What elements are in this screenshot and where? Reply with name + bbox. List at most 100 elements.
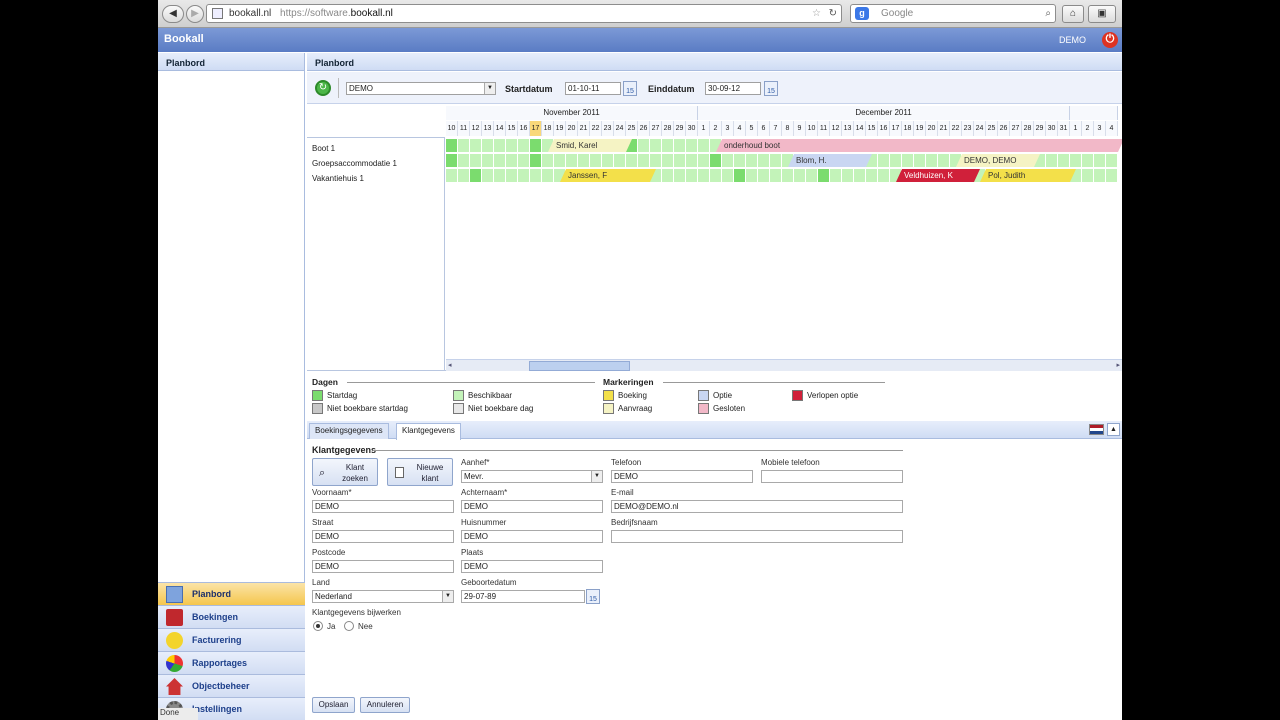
- object-row-label[interactable]: Groepsaccommodatie 1: [307, 155, 444, 170]
- new-customer-button[interactable]: Nieuwe klant: [387, 458, 453, 486]
- day-cell[interactable]: [926, 154, 937, 167]
- module-objectbeheer[interactable]: Objectbeheer: [158, 674, 305, 697]
- day-cell[interactable]: [1082, 169, 1093, 182]
- straat-input[interactable]: DEMO: [312, 530, 454, 543]
- save-button[interactable]: Opslaan: [312, 697, 355, 713]
- radio-nee[interactable]: [344, 621, 354, 631]
- refresh-icon[interactable]: ↻: [315, 80, 331, 96]
- day-cell[interactable]: [650, 139, 661, 152]
- day-cell[interactable]: [482, 169, 493, 182]
- day-cell[interactable]: [614, 154, 625, 167]
- plaats-input[interactable]: DEMO: [461, 560, 603, 573]
- bedrijf-input[interactable]: [611, 530, 903, 543]
- day-cell[interactable]: [674, 139, 685, 152]
- booking-bar[interactable]: Blom, H.: [788, 154, 872, 167]
- day-cell[interactable]: [1058, 154, 1069, 167]
- day-cell[interactable]: [1082, 154, 1093, 167]
- day-cell[interactable]: [854, 169, 865, 182]
- radio-ja[interactable]: [313, 621, 323, 631]
- day-cell[interactable]: [698, 169, 709, 182]
- land-select[interactable]: Nederland ▼: [312, 590, 454, 603]
- day-cell[interactable]: [446, 169, 457, 182]
- day-cell[interactable]: [938, 154, 949, 167]
- day-cell[interactable]: [746, 169, 757, 182]
- day-cell[interactable]: [530, 139, 541, 152]
- day-cell[interactable]: [1106, 169, 1117, 182]
- day-cell[interactable]: [734, 154, 745, 167]
- collapse-icon[interactable]: ▲: [1107, 423, 1120, 436]
- day-cell[interactable]: [806, 169, 817, 182]
- day-cell[interactable]: [818, 169, 829, 182]
- back-button[interactable]: ◀: [162, 5, 184, 23]
- day-cell[interactable]: [542, 169, 553, 182]
- tab-boekingsgegevens[interactable]: Boekingsgegevens: [309, 423, 389, 439]
- geboorte-calendar-icon[interactable]: 15: [586, 589, 600, 604]
- day-cell[interactable]: [446, 139, 457, 152]
- day-cell[interactable]: [590, 154, 601, 167]
- horizontal-scrollbar[interactable]: ◂ ▸: [446, 359, 1122, 371]
- day-cell[interactable]: [446, 154, 457, 167]
- day-cell[interactable]: [710, 169, 721, 182]
- booking-bar[interactable]: Veldhuizen, K: [896, 169, 980, 182]
- search-icon[interactable]: ⌕: [1045, 5, 1051, 22]
- day-cell[interactable]: [758, 169, 769, 182]
- home-icon[interactable]: ⌂: [1062, 5, 1084, 23]
- day-cell[interactable]: [686, 154, 697, 167]
- day-cell[interactable]: [518, 139, 529, 152]
- day-cell[interactable]: [686, 139, 697, 152]
- object-row-label[interactable]: Vakantiehuis 1: [307, 170, 444, 185]
- day-cell[interactable]: [506, 139, 517, 152]
- day-cell[interactable]: [902, 154, 913, 167]
- day-cell[interactable]: [890, 154, 901, 167]
- day-cell[interactable]: [878, 169, 889, 182]
- day-cell[interactable]: [470, 169, 481, 182]
- object-row-label[interactable]: Boot 1: [307, 140, 444, 155]
- day-cell[interactable]: [458, 154, 469, 167]
- day-cell[interactable]: [506, 154, 517, 167]
- day-cell[interactable]: [1106, 154, 1117, 167]
- day-cell[interactable]: [782, 169, 793, 182]
- day-cell[interactable]: [698, 154, 709, 167]
- tab-klantgegevens[interactable]: Klantgegevens: [396, 423, 461, 440]
- scroll-right-icon[interactable]: ▸: [1116, 361, 1120, 369]
- day-cell[interactable]: [662, 169, 673, 182]
- day-cell[interactable]: [698, 139, 709, 152]
- booking-bar[interactable]: Smid, Karel: [548, 139, 632, 152]
- day-cell[interactable]: [686, 169, 697, 182]
- star-icon[interactable]: ☆: [812, 5, 821, 22]
- telefoon-input[interactable]: DEMO: [611, 470, 753, 483]
- day-cell[interactable]: [830, 169, 841, 182]
- day-cell[interactable]: [554, 154, 565, 167]
- day-cell[interactable]: [758, 154, 769, 167]
- cancel-button[interactable]: Annuleren: [360, 697, 410, 713]
- day-cell[interactable]: [482, 154, 493, 167]
- start-date-input[interactable]: 01-10-11: [565, 82, 621, 95]
- day-cell[interactable]: [494, 154, 505, 167]
- day-cell[interactable]: [542, 154, 553, 167]
- module-rapportages[interactable]: Rapportages: [158, 651, 305, 674]
- module-boekingen[interactable]: Boekingen: [158, 605, 305, 628]
- day-cell[interactable]: [662, 139, 673, 152]
- day-cell[interactable]: [458, 169, 469, 182]
- end-calendar-icon[interactable]: 15: [764, 81, 778, 96]
- geboorte-input[interactable]: 29-07-89: [461, 590, 585, 603]
- day-cell[interactable]: [530, 154, 541, 167]
- module-facturering[interactable]: Facturering: [158, 628, 305, 651]
- day-cell[interactable]: [878, 154, 889, 167]
- object-select[interactable]: DEMO ▼: [346, 82, 496, 95]
- huisnummer-input[interactable]: DEMO: [461, 530, 603, 543]
- booking-bar[interactable]: DEMO, DEMO: [956, 154, 1040, 167]
- booking-bar[interactable]: Pol, Judith: [980, 169, 1076, 182]
- voornaam-input[interactable]: DEMO: [312, 500, 454, 513]
- day-cell[interactable]: [674, 169, 685, 182]
- day-cell[interactable]: [494, 139, 505, 152]
- scroll-left-icon[interactable]: ◂: [448, 361, 452, 369]
- day-cell[interactable]: [710, 154, 721, 167]
- day-cell[interactable]: [470, 139, 481, 152]
- day-cell[interactable]: [1094, 169, 1105, 182]
- day-cell[interactable]: [602, 154, 613, 167]
- end-date-input[interactable]: 30-09-12: [705, 82, 761, 95]
- day-cell[interactable]: [638, 139, 649, 152]
- scrollbar-thumb[interactable]: [529, 361, 630, 371]
- day-cell[interactable]: [506, 169, 517, 182]
